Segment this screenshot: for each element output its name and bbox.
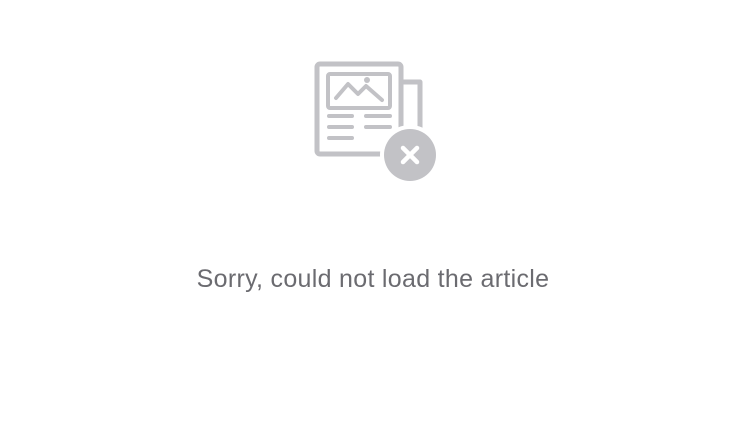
article-error-view: Sorry, could not load the article [0,0,746,438]
broken-article-icon [310,58,440,186]
error-message: Sorry, could not load the article [196,265,550,293]
